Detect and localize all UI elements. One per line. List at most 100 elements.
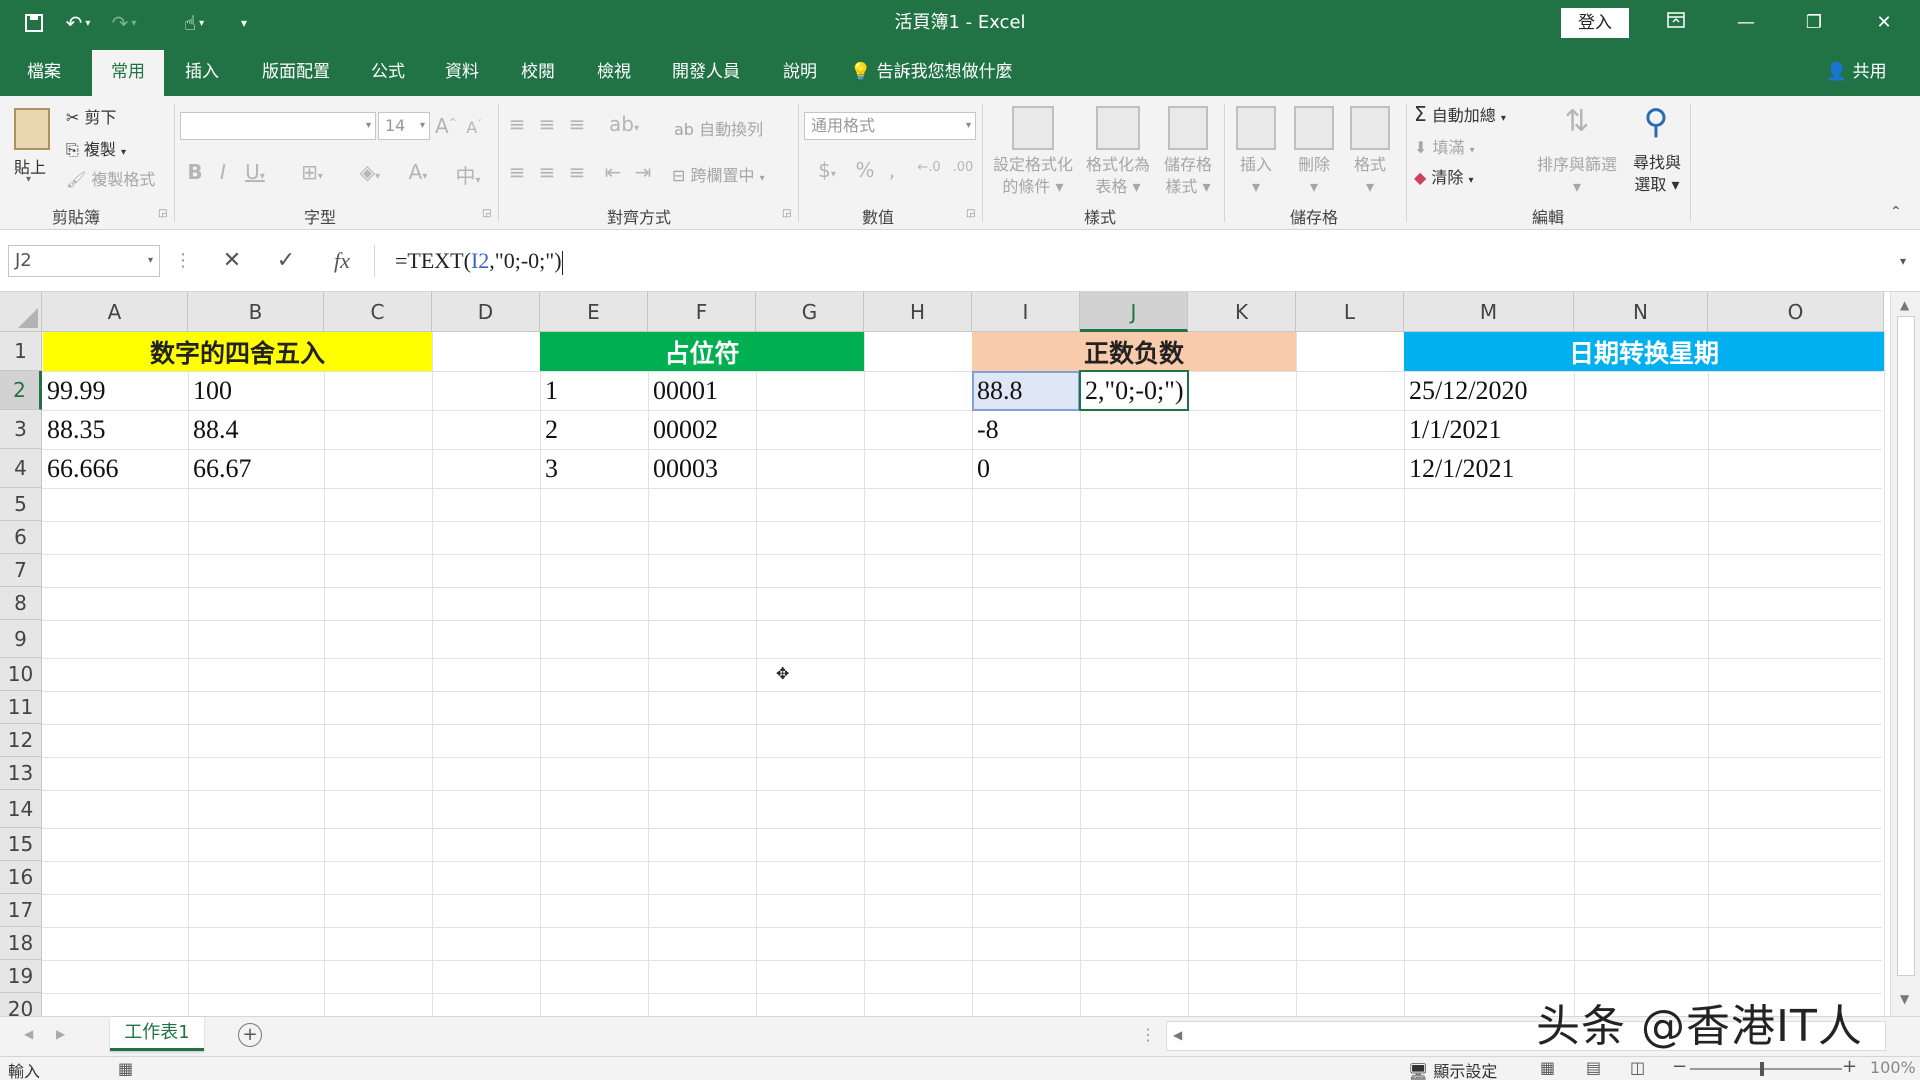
decrease-decimal-icon[interactable]: .00 <box>948 160 978 175</box>
sheet-tab-active[interactable]: 工作表1 <box>110 1017 204 1051</box>
font-size-combo[interactable]: 14 ▾ <box>378 112 430 140</box>
find-icon[interactable]: ⚲ <box>1634 102 1678 146</box>
format-as-table-button[interactable]: 格式化為 表格 ▾ <box>1080 154 1156 198</box>
insert-cells-icon[interactable] <box>1236 106 1276 150</box>
italic-icon[interactable]: I <box>212 160 234 184</box>
cell-i4[interactable]: 0 <box>973 449 1080 488</box>
row-header-10[interactable]: 10 <box>0 658 42 691</box>
clear-button[interactable]: ◆ 清除 ▾ <box>1414 164 1474 188</box>
share-button[interactable]: 👤 共用 <box>1826 50 1887 96</box>
autosum-button[interactable]: Σ 自動加總 ▾ <box>1414 102 1506 126</box>
row-header-2[interactable]: 2 <box>0 371 42 410</box>
add-sheet-icon[interactable]: + <box>238 1023 262 1047</box>
cell-e2[interactable]: 1 <box>541 371 648 410</box>
row-header-5[interactable]: 5 <box>0 488 42 521</box>
decrease-indent-icon[interactable]: ⇤ <box>600 160 626 184</box>
tab-review[interactable]: 校閱 <box>508 50 568 96</box>
column-header-e[interactable]: E <box>540 292 648 332</box>
percent-icon[interactable]: % <box>852 158 878 182</box>
normal-view-icon[interactable]: ▦ <box>1540 1058 1555 1077</box>
section-header-weekday[interactable]: 日期转换星期 <box>1404 332 1884 371</box>
row-header-16[interactable]: 16 <box>0 861 42 894</box>
scroll-left-icon[interactable]: ◀ <box>1173 1028 1182 1042</box>
copy-button[interactable]: ⎘ 複製 ▾ <box>66 136 126 160</box>
tab-home[interactable]: 常用 <box>92 50 164 96</box>
column-header-g[interactable]: G <box>756 292 864 332</box>
increase-decimal-icon[interactable]: ←.0 <box>914 160 944 175</box>
row-header-8[interactable]: 8 <box>0 587 42 620</box>
cell-b2[interactable]: 100 <box>189 371 324 410</box>
vertical-scroll-thumb[interactable] <box>1897 316 1915 976</box>
close-icon[interactable]: ✕ <box>1856 0 1912 46</box>
row-header-9[interactable]: 9 <box>0 620 42 658</box>
column-header-l[interactable]: L <box>1296 292 1404 332</box>
bold-icon[interactable]: B <box>184 160 206 184</box>
column-header-m[interactable]: M <box>1404 292 1574 332</box>
format-painter-button[interactable]: 🖌 複製格式 <box>66 166 155 190</box>
redo-icon[interactable]: ↷ ▾ <box>104 8 144 38</box>
zoom-level[interactable]: 100% <box>1870 1058 1916 1077</box>
ribbon-display-options-icon[interactable] <box>1648 0 1704 46</box>
page-layout-view-icon[interactable]: ▤ <box>1586 1058 1601 1077</box>
comma-style-icon[interactable]: , <box>882 158 902 182</box>
insert-cells-button[interactable]: 插入 ▾ <box>1236 154 1276 198</box>
align-middle-icon[interactable]: ≡ <box>534 112 560 136</box>
underline-icon[interactable]: U▾ <box>240 160 270 184</box>
row-header-6[interactable]: 6 <box>0 521 42 554</box>
cell-styles-icon[interactable] <box>1168 106 1208 150</box>
sort-filter-icon[interactable]: ⇅ <box>1552 104 1602 148</box>
next-sheet-icon[interactable]: ▶ <box>56 1027 65 1041</box>
clipboard-launcher-icon[interactable]: ◲ <box>158 208 167 219</box>
align-bottom-icon[interactable]: ≡ <box>564 112 590 136</box>
font-name-combo[interactable]: ▾ <box>180 112 376 140</box>
macro-record-icon[interactable]: ▦ <box>118 1059 133 1078</box>
tab-insert[interactable]: 插入 <box>172 50 232 96</box>
cell-i3[interactable]: -8 <box>973 410 1080 449</box>
zoom-in-icon[interactable]: + <box>1842 1056 1857 1077</box>
column-header-h[interactable]: H <box>864 292 972 332</box>
row-header-1[interactable]: 1 <box>0 332 42 371</box>
insert-function-icon[interactable]: fx <box>326 245 358 277</box>
worksheet-grid[interactable]: A B C D E F G H I J K L M N O 1 2 3 4 5 … <box>0 292 1920 1016</box>
number-format-combo[interactable]: 通用格式 ▾ <box>804 112 976 140</box>
tab-view[interactable]: 檢視 <box>584 50 644 96</box>
cell-a3[interactable]: 88.35 <box>43 410 188 449</box>
cell-m2[interactable]: 25/12/2020 <box>1405 371 1574 410</box>
cell-j2[interactable]: 2,"0;-0;") <box>1081 371 1188 410</box>
column-header-c[interactable]: C <box>324 292 432 332</box>
tab-split-handle-icon[interactable]: ⋮ <box>1140 1025 1156 1044</box>
conditional-formatting-icon[interactable] <box>1012 106 1054 150</box>
display-settings-button[interactable]: 🖥 顯示設定 <box>1408 1058 1497 1080</box>
merge-center-button[interactable]: ⊟ 跨欄置中 ▾ <box>672 162 765 186</box>
cell-styles-button[interactable]: 儲存格 樣式 ▾ <box>1156 154 1220 198</box>
cell-f3[interactable]: 00002 <box>649 410 756 449</box>
paste-dropdown-icon[interactable]: ▾ <box>26 174 31 185</box>
row-header-3[interactable]: 3 <box>0 410 42 449</box>
scroll-up-icon[interactable]: ▲ <box>1900 298 1909 312</box>
align-left-icon[interactable]: ≡ <box>504 160 530 184</box>
shrink-font-icon[interactable]: Aˇ <box>462 118 486 137</box>
cell-i2[interactable]: 88.8 <box>973 371 1080 410</box>
zoom-out-icon[interactable]: − <box>1672 1056 1687 1077</box>
row-header-14[interactable]: 14 <box>0 790 42 828</box>
touch-mode-icon[interactable]: ☝ ▾ <box>176 8 212 38</box>
delete-cells-button[interactable]: 刪除 ▾ <box>1294 154 1334 198</box>
align-right-icon[interactable]: ≡ <box>564 160 590 184</box>
collapse-ribbon-icon[interactable]: ⌃ <box>1890 204 1902 220</box>
column-header-o[interactable]: O <box>1708 292 1884 332</box>
row-header-11[interactable]: 11 <box>0 691 42 724</box>
cut-button[interactable]: ✂ 剪下 <box>66 104 117 128</box>
format-as-table-icon[interactable] <box>1096 106 1140 150</box>
column-header-b[interactable]: B <box>188 292 324 332</box>
scroll-down-icon[interactable]: ▼ <box>1900 992 1909 1006</box>
cell-m3[interactable]: 1/1/2021 <box>1405 410 1574 449</box>
find-select-button[interactable]: 尋找與 選取 ▾ <box>1628 152 1686 196</box>
cell-m4[interactable]: 12/1/2021 <box>1405 449 1574 488</box>
row-header-4[interactable]: 4 <box>0 449 42 488</box>
cell-b4[interactable]: 66.67 <box>189 449 324 488</box>
font-launcher-icon[interactable]: ◲ <box>482 208 491 219</box>
delete-cells-icon[interactable] <box>1294 106 1334 150</box>
prev-sheet-icon[interactable]: ◀ <box>24 1027 33 1041</box>
column-header-n[interactable]: N <box>1574 292 1708 332</box>
section-header-placeholder[interactable]: 占位符 <box>540 332 864 371</box>
